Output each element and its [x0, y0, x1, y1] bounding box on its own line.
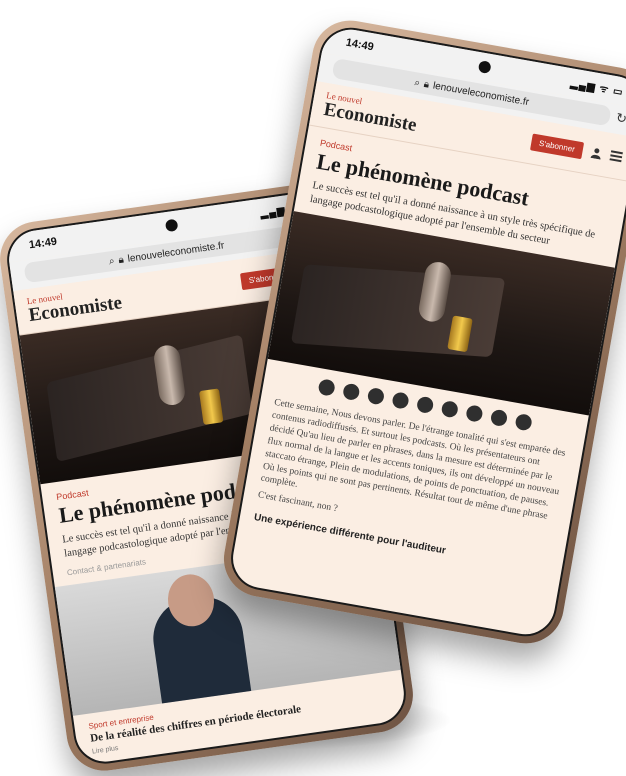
share-icon-6[interactable] [440, 400, 459, 419]
search-icon: ⌕ [413, 76, 421, 89]
share-icon-7[interactable] [465, 404, 484, 424]
site-logo[interactable]: Le nouvel Economiste [322, 90, 419, 136]
subscribe-button[interactable]: S'abonner [529, 132, 585, 159]
share-icon-5[interactable] [415, 396, 435, 415]
share-icon-2[interactable] [341, 383, 361, 402]
mixing-console [46, 334, 253, 463]
status-time: 14:49 [28, 235, 58, 252]
share-icon-8[interactable] [489, 409, 509, 428]
lock-icon: 🔒︎ [422, 78, 431, 91]
share-icon-4[interactable] [391, 391, 410, 411]
user-icon[interactable] [590, 146, 604, 160]
status-time: 14:49 [344, 36, 375, 54]
signal-wifi-battery-icon: ▂▄▆ ᯤ ▭ [569, 78, 625, 99]
header-actions: S'abonner [529, 132, 624, 166]
mixing-console [290, 264, 506, 358]
url-text: lenouveleconomiste.fr [126, 239, 225, 265]
reload-icon[interactable]: ↻ [615, 110, 626, 128]
right-phone-screen: 14:49 ▂▄▆ ᯤ ▭ ⌕ 🔒︎ lenouveleconomiste.fr… [226, 22, 626, 642]
menu-icon[interactable] [609, 149, 623, 163]
share-icon-9[interactable] [514, 413, 533, 432]
search-icon: ⌕ [108, 255, 116, 267]
right-phone: 14:49 ▂▄▆ ᯤ ▭ ⌕ 🔒︎ lenouveleconomiste.fr… [217, 14, 626, 650]
lock-icon: 🔒︎ [117, 253, 125, 266]
site-logo[interactable]: Le nouvel Economiste [26, 284, 123, 326]
share-icon-1[interactable] [317, 378, 336, 398]
share-icon-3[interactable] [366, 387, 386, 406]
